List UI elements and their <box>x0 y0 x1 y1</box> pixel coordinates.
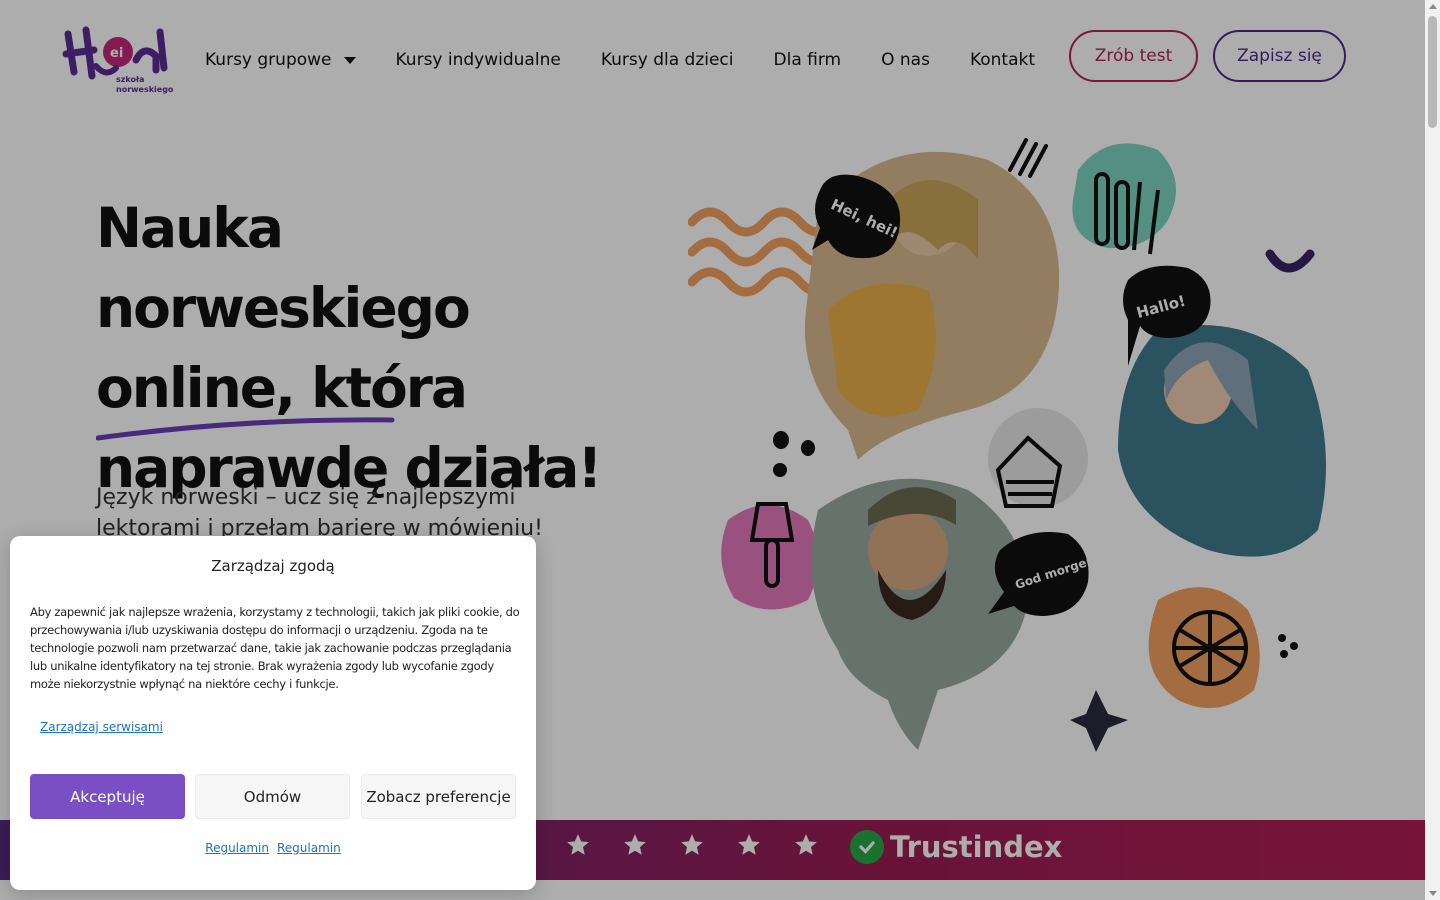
consent-footer: Regulamin Regulamin <box>10 841 536 855</box>
page-scrollbar[interactable] <box>1425 0 1440 900</box>
scroll-up-icon[interactable] <box>1429 4 1437 9</box>
scroll-thumb[interactable] <box>1428 16 1437 128</box>
scroll-down-icon[interactable] <box>1429 891 1437 896</box>
cookie-consent-dialog: Zarządzaj zgodą Aby zapewnić jak najleps… <box>10 536 536 890</box>
manage-services-link[interactable]: Zarządzaj serwisami <box>40 720 163 734</box>
consent-body: Aby zapewnić jak najlepsze wrażenia, kor… <box>30 605 520 691</box>
consent-title: Zarządzaj zgodą <box>211 557 335 575</box>
terms-link-2[interactable]: Regulamin <box>277 841 341 855</box>
terms-link-1[interactable]: Regulamin <box>205 841 269 855</box>
deny-button[interactable]: Odmów <box>195 774 350 819</box>
view-preferences-button[interactable]: Zobacz preferencje <box>361 774 516 819</box>
accept-button[interactable]: Akceptuję <box>30 774 185 819</box>
